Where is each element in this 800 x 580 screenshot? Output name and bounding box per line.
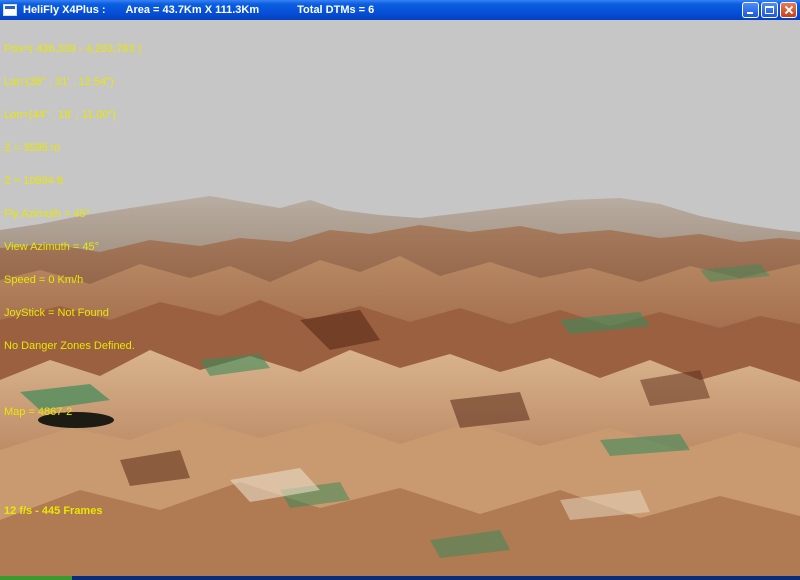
hud-fly-azimuth: Fly Azimuth = 45° (4, 208, 91, 220)
hud-altitude-m: Z = 3595 m (4, 142, 60, 154)
title-bar[interactable]: HeliFly X4Plus : Area = 43.7Km X 111.3Km… (0, 0, 800, 20)
total-dtms-readout: Total DTMs = 6 (297, 4, 375, 16)
app-window: HeliFly X4Plus : Area = 43.7Km X 111.3Km… (0, 0, 800, 580)
hud-fps: 12 f/s - 445 Frames (4, 505, 103, 517)
terrain-viewport[interactable]: Pos=( 436,339 - 4,263,783 ) Lat=(38° , 3… (0, 20, 800, 576)
close-button[interactable] (780, 2, 797, 18)
hud-longitude: Lon=(44° , 18' , 11.00") (4, 109, 117, 121)
taskbar-strip (0, 576, 800, 580)
app-title: HeliFly X4Plus : (23, 4, 106, 16)
hud-latitude: Lat=(38° , 31' , 12.54") (4, 76, 114, 88)
start-button-edge[interactable] (0, 576, 72, 580)
maximize-button[interactable] (761, 2, 778, 18)
hud-position: Pos=( 436,339 - 4,263,783 ) (4, 43, 142, 55)
hud-danger-zones: No Danger Zones Defined. (4, 340, 135, 352)
hud-altitude-ft: Z = 10894 ft (4, 175, 64, 187)
hud-overlay: Pos=( 436,339 - 4,263,783 ) Lat=(38° , 3… (4, 22, 141, 539)
hud-speed: Speed = 0 Km/h (4, 274, 84, 286)
app-icon[interactable] (3, 4, 17, 16)
hud-joystick: JoyStick = Not Found (4, 307, 109, 319)
hud-view-azimuth: View Azimuth = 45° (4, 241, 99, 253)
window-controls (742, 2, 797, 18)
minimize-button[interactable] (742, 2, 759, 18)
hud-map: Map = 4867-2 (4, 406, 73, 418)
area-readout: Area = 43.7Km X 111.3Km (125, 4, 260, 16)
